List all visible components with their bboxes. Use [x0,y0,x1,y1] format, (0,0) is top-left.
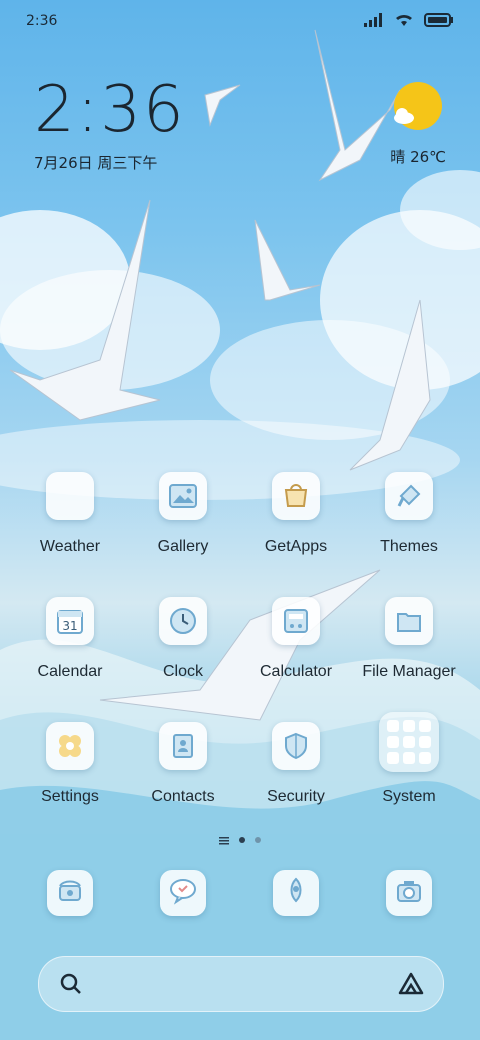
app-settings[interactable]: Settings [15,722,125,806]
page-indicator[interactable] [200,830,280,849]
calculator-icon [272,597,320,645]
clock-icon [159,597,207,645]
camera-icon [394,876,424,910]
phone-icon [55,876,85,910]
app-calendar[interactable]: 31 Calendar [15,597,125,681]
weather-text: 晴 26℃ [390,148,446,166]
app-label: Calendar [37,663,103,680]
browser-icon [281,876,311,910]
contacts-icon [159,722,207,770]
app-security[interactable]: Security [241,722,351,806]
themes-icon [385,472,433,520]
security-icon [272,722,320,770]
app-file-manager[interactable]: File Manager [354,597,464,681]
menu-lines-icon [219,830,229,849]
app-label: Themes [380,538,438,555]
getapps-icon [272,472,320,520]
app-label: Security [267,788,325,805]
settings-icon [46,722,94,770]
widget-clock-time: 2:36 [34,73,186,147]
app-label: Gallery [157,538,209,555]
weather-icon [46,472,94,520]
page-dot-active[interactable] [239,836,245,843]
battery-icon [424,12,454,31]
file-manager-icon [385,597,433,645]
widget-date: 7月26日 周三下午 [34,154,158,172]
assistant-icon[interactable] [397,971,425,1001]
dock-camera[interactable] [386,870,432,916]
app-weather[interactable]: Weather [15,472,125,556]
app-gallery[interactable]: Gallery [128,472,238,556]
app-contacts[interactable]: Contacts [128,722,238,806]
wifi-icon [394,12,414,31]
signal-icon [364,12,384,31]
app-label: GetApps [264,538,328,555]
dock-browser[interactable] [273,870,319,916]
app-label: Weather [39,538,101,555]
app-label: File Manager [362,663,456,680]
calendar-icon: 31 [46,597,94,645]
dock-phone[interactable] [47,870,93,916]
sunny-icon [388,82,444,140]
app-folder-system[interactable]: System [354,712,464,806]
app-label: Calculator [259,663,333,680]
messages-icon [168,876,198,910]
app-label: System [382,788,436,805]
app-label: Clock [162,663,203,680]
status-bar: 2:36 [0,0,480,44]
folder-icon [379,712,439,772]
weather-widget[interactable]: 晴 26℃ [386,80,446,166]
clock-widget[interactable]: 2:36 7月26日 周三下午 [34,78,186,173]
search-icon [59,972,83,1000]
app-getapps[interactable]: GetApps [241,472,351,556]
status-time: 2:36 [26,13,58,29]
calendar-day: 31 [62,619,77,633]
app-calculator[interactable]: Calculator [241,597,351,681]
page-dot[interactable] [255,836,261,843]
app-clock[interactable]: Clock [128,597,238,681]
dock-messages[interactable] [160,870,206,916]
search-bar[interactable] [38,956,444,1012]
app-label: Settings [41,788,99,805]
app-themes[interactable]: Themes [354,472,464,556]
app-label: Contacts [151,788,215,805]
gallery-icon [159,472,207,520]
